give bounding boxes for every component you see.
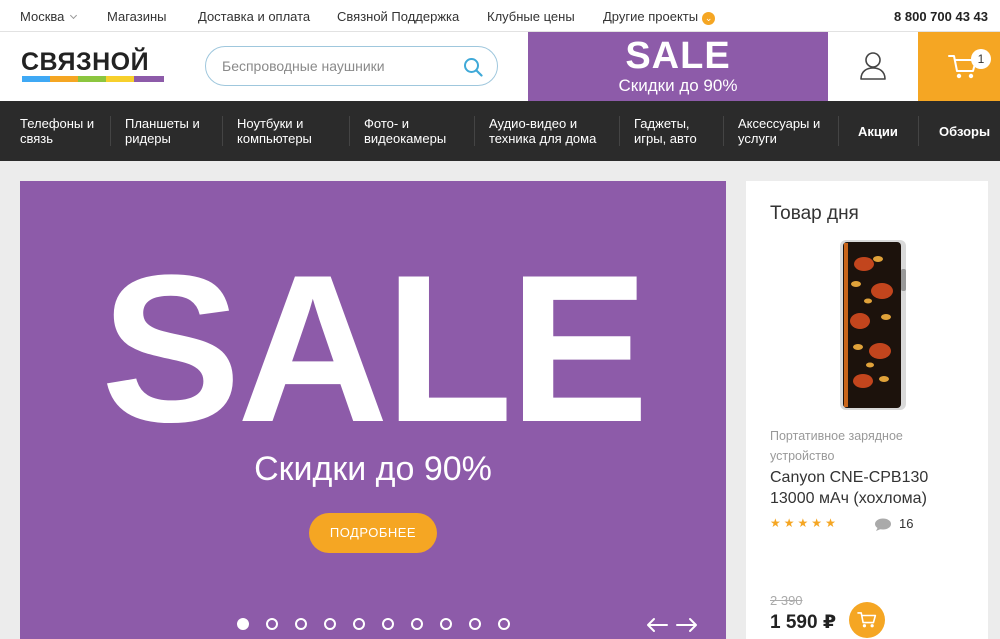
search-input[interactable] (222, 47, 452, 85)
comments-count[interactable]: 16 (899, 516, 913, 531)
slider-dot[interactable] (266, 618, 278, 630)
product-category: Портативное зарядное устройство (770, 429, 903, 463)
header-sale-title: SALE (625, 35, 731, 77)
topbar-link-other-projects[interactable]: Другие проекты ⌄ (603, 9, 716, 25)
category-nav: Телефоны и связь Планшеты и ридеры Ноутбук… (0, 101, 1000, 161)
logo-image: СВЯЗНОЙ (21, 46, 164, 82)
slider-dot[interactable] (498, 618, 510, 630)
cart-icon (857, 612, 877, 628)
nav-divider (619, 116, 620, 146)
add-to-cart-button[interactable] (849, 602, 885, 638)
topbar-link-stores[interactable]: Магазины (107, 9, 167, 24)
star-icon: ★ (770, 516, 784, 530)
nav-item-label: Фото- и (364, 116, 410, 131)
city-selector[interactable]: Москва (20, 9, 78, 24)
arrow-left-icon[interactable] (646, 617, 668, 633)
slider-dot[interactable] (324, 618, 336, 630)
topbar-link-delivery[interactable]: Доставка и оплата (198, 9, 310, 24)
nav-item-label: компьютеры (237, 131, 312, 146)
header: СВЯЗНОЙ SALE Скидки до 90% 1 (0, 32, 1000, 101)
other-projects-label: Другие проекты (603, 9, 699, 24)
nav-item-tablets[interactable]: Планшеты и ридеры (125, 101, 200, 161)
star-icon: ★ (811, 516, 826, 530)
arrow-right-icon[interactable] (676, 617, 698, 633)
svg-text:СВЯЗНОЙ: СВЯЗНОЙ (21, 46, 149, 76)
nav-item-laptops[interactable]: Ноутбуки и компьютеры (237, 101, 312, 161)
top-bar: Москва Магазины Доставка и оплата Связно… (0, 0, 1000, 32)
hero-slider[interactable]: SALE Скидки до 90% ПОДРОБНЕЕ (20, 181, 726, 639)
slider-dot[interactable] (295, 618, 307, 630)
cart-button[interactable]: 1 (918, 32, 1000, 101)
nav-item-label: техника для дома (489, 131, 597, 146)
hero-subtitle: Скидки до 90% (254, 450, 492, 488)
product-name[interactable]: Canyon CNE-CPB130 13000 мАч (хохлома) (770, 467, 970, 509)
slider-dot[interactable] (237, 618, 249, 630)
more-button[interactable]: ПОДРОБНЕЕ (309, 513, 437, 553)
nav-item-gadgets[interactable]: Гаджеты, игры, авто (634, 101, 697, 161)
account-button[interactable] (828, 32, 918, 101)
nav-item-label: Гаджеты, (634, 116, 690, 131)
old-price: 2 390 (770, 593, 803, 608)
nav-item-label: видеокамеры (364, 131, 447, 146)
topbar-link-support[interactable]: Связной Поддержка (337, 9, 459, 24)
slider-dot[interactable] (440, 618, 452, 630)
hero-sale-title: SALE (100, 231, 649, 466)
slider-dot[interactable] (382, 618, 394, 630)
topbar-link-club-prices[interactable]: Клубные цены (487, 9, 575, 24)
star-icon: ★ (825, 516, 839, 530)
product-of-day-title: Товар дня (770, 203, 859, 224)
nav-item-label: ридеры (125, 131, 171, 146)
product-of-day-card: Товар дня Портативное зарядное устройств… (746, 181, 988, 639)
header-sale-banner[interactable]: SALE Скидки до 90% (528, 32, 828, 101)
nav-divider (349, 116, 350, 146)
nav-item-audio-video[interactable]: Аудио-видео и техника для дома (489, 101, 596, 161)
nav-item-reviews[interactable]: Обзоры (939, 101, 990, 161)
slider-dot[interactable] (411, 618, 423, 630)
nav-item-label: услуги (738, 131, 777, 146)
nav-item-label: Аудио-видео и (489, 116, 578, 131)
star-icon: ★ (797, 516, 812, 530)
nav-item-accessories[interactable]: Аксессуары и услуги (738, 101, 820, 161)
nav-divider (222, 116, 223, 146)
search-icon[interactable] (463, 57, 483, 77)
nav-divider (110, 116, 111, 146)
nav-item-promo[interactable]: Акции (858, 101, 898, 161)
nav-item-cameras[interactable]: Фото- и видеокамеры (364, 101, 446, 161)
nav-item-label: игры, авто (634, 131, 697, 146)
nav-item-phones[interactable]: Телефоны и связь (20, 101, 94, 161)
nav-divider (723, 116, 724, 146)
nav-divider (474, 116, 475, 146)
nav-item-label: Аксессуары и (738, 116, 821, 131)
star-icon: ★ (783, 516, 798, 530)
header-sale-subtitle: Скидки до 90% (618, 76, 738, 95)
logo[interactable]: СВЯЗНОЙ (20, 46, 170, 86)
chevron-down-icon: ⌄ (702, 12, 716, 25)
cart-count-badge: 1 (971, 49, 991, 69)
nav-item-label: связь (20, 131, 54, 146)
city-label: Москва (20, 9, 65, 24)
phone-number[interactable]: 8 800 700 43 43 (894, 9, 988, 24)
nav-item-label: Планшеты и (125, 116, 200, 131)
slider-dot[interactable] (353, 618, 365, 630)
nav-item-label: Ноутбуки и (237, 116, 304, 131)
slider-dot[interactable] (469, 618, 481, 630)
current-price: 1 590 ₽ (770, 612, 837, 633)
nav-divider (838, 116, 839, 146)
user-icon (860, 52, 886, 80)
search-box (205, 46, 498, 86)
product-image[interactable] (838, 239, 908, 411)
chevron-down-icon (70, 11, 78, 20)
rating-stars: ★★★★★ (770, 516, 839, 530)
comment-icon (875, 518, 891, 531)
nav-item-label: Телефоны и (20, 116, 95, 131)
nav-divider (918, 116, 919, 146)
